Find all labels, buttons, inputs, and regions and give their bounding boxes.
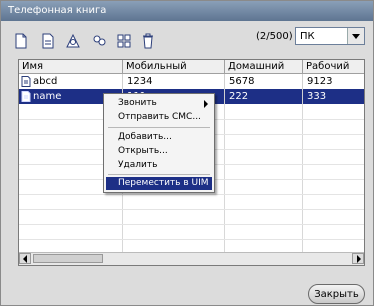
cell-home: 222	[225, 89, 303, 104]
row-gridline	[19, 224, 364, 225]
column-header-work[interactable]: Рабочий	[303, 60, 364, 74]
menu-separator	[108, 174, 210, 175]
row-gridline	[19, 209, 364, 210]
context-menu: Звонить Отправить СМС... Добавить... Отк…	[103, 93, 215, 193]
cell-work: 333	[303, 89, 364, 104]
cell-mobile: 1234	[123, 74, 225, 89]
arrow-right-icon	[357, 255, 361, 263]
table-row[interactable]: abcd 1234 5678 9123	[19, 74, 364, 89]
submenu-arrow-icon	[204, 100, 208, 108]
storage-select-value: ПК	[300, 31, 315, 42]
close-button[interactable]: Закрыть	[308, 284, 365, 304]
scroll-thumb[interactable]	[33, 254, 103, 263]
contact-card-icon	[21, 91, 31, 102]
cell-home: 5678	[225, 74, 303, 89]
menu-separator	[108, 127, 210, 128]
contacts-counter: (2/500)	[256, 31, 293, 42]
menu-item-open[interactable]: Открыть...	[106, 145, 212, 158]
column-header-name[interactable]: Имя	[19, 60, 123, 74]
row-gridline	[19, 194, 364, 195]
horizontal-scrollbar[interactable]	[19, 252, 364, 265]
cell-name: abcd	[19, 74, 123, 89]
window-title: Телефонная книга	[8, 5, 107, 16]
storage-select[interactable]: ПК	[295, 27, 365, 45]
contact-card-icon	[21, 76, 31, 87]
cell-work: 9123	[303, 74, 364, 89]
menu-item-delete[interactable]: Удалить	[106, 159, 212, 172]
menu-item-call[interactable]: Звонить	[106, 97, 212, 110]
group-icon[interactable]	[91, 33, 107, 49]
edit-contact-icon[interactable]	[40, 33, 56, 49]
arrow-left-icon	[23, 255, 27, 263]
row-gridline	[19, 239, 364, 240]
title-bar: Телефонная книга	[1, 1, 373, 21]
scroll-left-button[interactable]	[19, 253, 31, 264]
chevron-down-icon[interactable]	[347, 28, 364, 44]
scroll-right-button[interactable]	[352, 253, 364, 264]
menu-item-move-to-uim[interactable]: Переместить в UIM	[106, 177, 212, 190]
column-header-mobile[interactable]: Мобильный	[123, 60, 225, 74]
delete-icon[interactable]	[140, 33, 156, 49]
column-header-home[interactable]: Домашний	[225, 60, 303, 74]
new-contact-icon[interactable]	[13, 33, 29, 49]
menu-item-send-sms[interactable]: Отправить СМС...	[106, 111, 212, 124]
find-contact-icon[interactable]	[65, 33, 81, 49]
menu-item-add[interactable]: Добавить...	[106, 131, 212, 144]
phonebook-window: Телефонная книга (2/500) ПК Имя Мобильны…	[0, 0, 374, 306]
settings-icon[interactable]	[116, 33, 132, 49]
